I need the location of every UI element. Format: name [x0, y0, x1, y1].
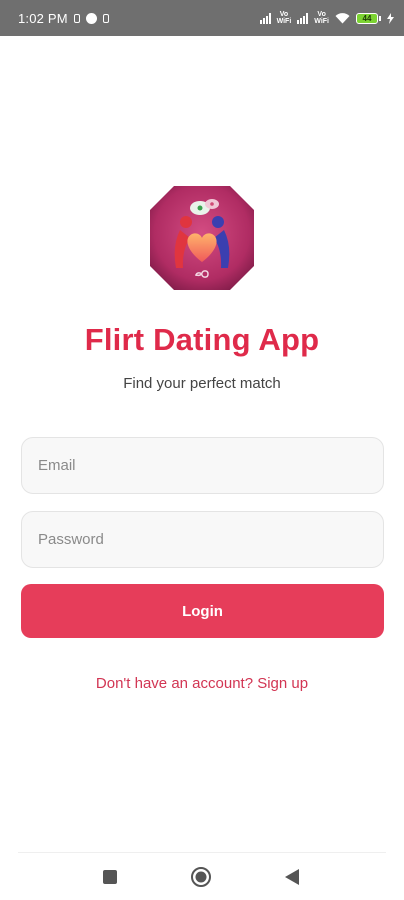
whatsapp-icon — [85, 12, 97, 24]
battery-level: 44 — [356, 12, 378, 24]
email-field[interactable] — [21, 437, 384, 494]
wifi-icon — [335, 13, 350, 24]
couple-heart-app-icon — [150, 186, 254, 290]
signal-icon — [259, 12, 271, 24]
signal-icon-2 — [297, 12, 309, 24]
status-time: 1:02 PM — [18, 10, 68, 26]
sim-icon — [73, 13, 80, 23]
vowifi-icon-2: Vo WiFi — [314, 11, 329, 25]
circle-icon — [191, 867, 211, 887]
battery-icon: 44 — [356, 12, 381, 24]
charging-icon — [387, 12, 394, 24]
status-bar: 1:02 PM Vo WiFi Vo WiFi 44 — [0, 0, 404, 36]
navigation-bar — [0, 853, 404, 900]
status-right: Vo WiFi Vo WiFi 44 — [259, 11, 394, 25]
recents-button[interactable] — [98, 865, 122, 889]
app-title: Flirt Dating App — [84, 322, 320, 357]
login-button[interactable]: Login — [21, 584, 384, 638]
square-icon — [103, 870, 117, 884]
vowifi-icon: Vo WiFi — [276, 11, 292, 25]
back-button[interactable] — [280, 865, 304, 889]
triangle-back-icon — [285, 869, 299, 885]
sim-icon-2 — [102, 13, 109, 23]
status-left: 1:02 PM — [18, 11, 109, 26]
app-subtitle: Find your perfect match — [123, 375, 281, 392]
signup-link[interactable]: Don't have an account? Sign up — [0, 675, 404, 692]
password-field[interactable] — [21, 511, 384, 568]
home-button[interactable] — [189, 865, 213, 889]
